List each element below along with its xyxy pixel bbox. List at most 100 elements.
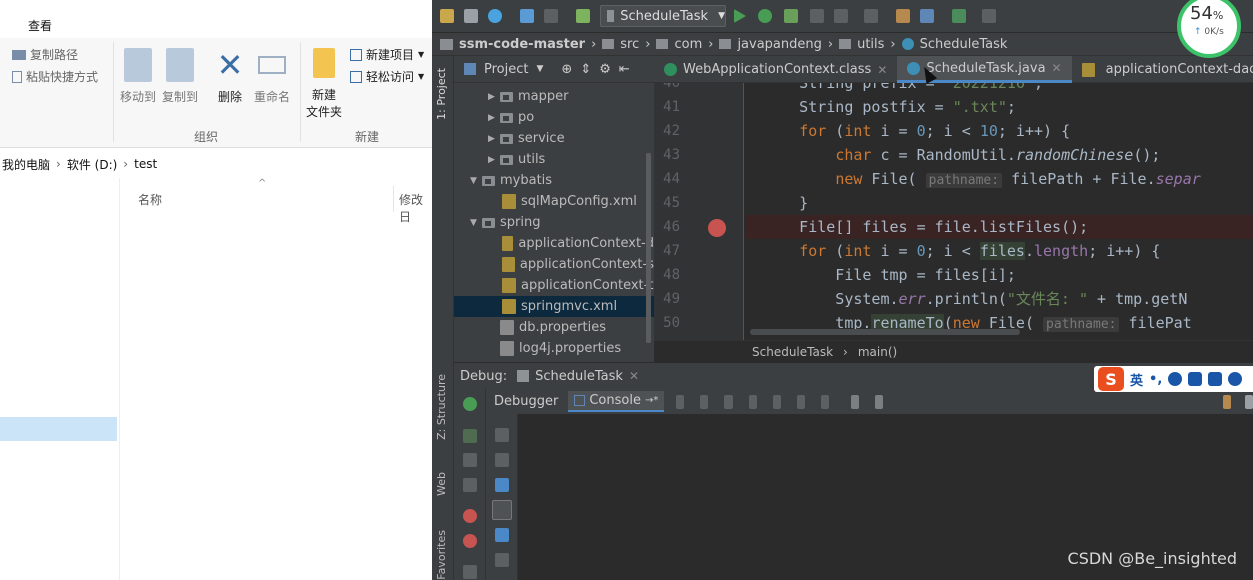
run-icon[interactable] <box>734 9 746 23</box>
tree-item[interactable]: ▼ spring <box>454 212 654 233</box>
scroll-to-end-icon[interactable] <box>492 500 512 520</box>
run-configuration-select[interactable]: ScheduleTask ▼ <box>600 5 726 27</box>
breadcrumb-item[interactable]: com <box>674 37 702 52</box>
gear-icon[interactable]: ⚙ <box>599 62 611 77</box>
debug-icon[interactable] <box>758 9 772 23</box>
camera-icon[interactable] <box>463 565 477 579</box>
address-segment[interactable]: 软件 (D:) <box>67 156 117 173</box>
settings-icon[interactable] <box>1222 394 1231 409</box>
close-icon[interactable]: ✕ <box>877 63 887 77</box>
microphone-icon[interactable] <box>1188 372 1203 386</box>
tree-item[interactable]: ▼ mybatis <box>454 170 654 191</box>
chevron-right-icon[interactable]: ▶ <box>488 92 500 102</box>
tool-window-favorites[interactable]: Favorites <box>435 530 448 580</box>
easy-access-button[interactable]: 轻松访问 ▼ <box>350 68 424 85</box>
back-arrow-icon[interactable] <box>520 9 534 23</box>
move-to-button[interactable]: 移动到 <box>120 48 156 105</box>
column-header-modified[interactable]: 修改日 <box>399 191 432 225</box>
chevron-right-icon[interactable]: ▶ <box>488 155 500 165</box>
new-folder-button[interactable]: 新建 文件夹 <box>306 48 342 120</box>
tree-item[interactable]: applicationContext-d <box>454 233 654 254</box>
resume-icon[interactable] <box>463 429 477 443</box>
chevron-right-icon[interactable]: ▶ <box>488 113 500 123</box>
breadcrumb-item[interactable]: src <box>620 37 639 52</box>
trace-icon[interactable] <box>874 394 883 409</box>
step-into-icon[interactable] <box>724 394 733 409</box>
tree-item[interactable]: ▶ service <box>454 128 654 149</box>
scroll-down-icon[interactable] <box>495 453 509 467</box>
step-over-icon[interactable] <box>700 394 709 409</box>
step-out-icon[interactable] <box>772 394 781 409</box>
code-editor[interactable]: 40 41 42 43 44 45 46 47 48 49 50 String … <box>654 83 1253 340</box>
editor-tab[interactable]: WebApplicationContext.class ✕ <box>654 56 897 83</box>
tree-item[interactable]: ▶ po <box>454 107 654 128</box>
run-to-cursor-icon[interactable] <box>820 394 829 409</box>
mute-breakpoints-icon[interactable] <box>463 534 477 548</box>
tool-window-structure[interactable]: Z: Structure <box>435 374 448 440</box>
console-tab[interactable]: Console →* <box>568 391 665 412</box>
ime-language-mode[interactable]: 英 <box>1130 370 1143 389</box>
delete-button[interactable]: ✕ 删除 <box>216 48 244 105</box>
structure-icon[interactable] <box>920 9 934 23</box>
tree-item[interactable]: applicationContext-s <box>454 254 654 275</box>
coverage-icon[interactable] <box>784 9 798 23</box>
punctuation-icon[interactable]: •, <box>1149 372 1162 387</box>
breadcrumb-item[interactable]: utils <box>857 37 884 52</box>
horizontal-scrollbar[interactable] <box>750 329 1020 335</box>
drop-frame-icon[interactable] <box>796 394 805 409</box>
tree-item[interactable]: db.properties <box>454 317 654 338</box>
address-segment[interactable]: 我的电脑 <box>2 156 50 173</box>
tool-window-project[interactable]: 1: Project <box>435 68 448 120</box>
column-header-name[interactable]: 名称 <box>138 191 162 208</box>
breadcrumb-item[interactable]: ScheduleTask <box>920 37 1008 52</box>
save-icon[interactable] <box>464 9 478 23</box>
pause-icon[interactable] <box>463 453 477 467</box>
download-icon[interactable] <box>982 9 996 23</box>
ime-toolbar[interactable]: S 英 •, <box>1094 366 1253 392</box>
chevron-down-icon[interactable]: ▼ <box>470 218 482 228</box>
hide-icon[interactable]: ⇤ <box>619 62 630 77</box>
show-frame-icon[interactable] <box>676 394 685 409</box>
editor-breadcrumb-item[interactable]: main() <box>858 345 897 359</box>
tree-item[interactable]: log4j.properties <box>454 338 654 359</box>
tree-item[interactable]: sqlMapConfig.xml <box>454 191 654 212</box>
stop-icon[interactable] <box>463 478 477 492</box>
breakpoint-icon[interactable] <box>708 219 726 237</box>
collapse-icon[interactable]: ⇕ <box>580 62 591 77</box>
address-segment[interactable]: test <box>134 157 157 171</box>
emoji-icon[interactable] <box>1168 372 1183 386</box>
rerun-debug-icon[interactable] <box>463 397 477 411</box>
view-breakpoints-icon[interactable] <box>463 509 477 523</box>
force-step-into-icon[interactable] <box>748 394 757 409</box>
tree-scrollbar[interactable] <box>646 153 651 343</box>
copy-to-button[interactable]: 复制到 <box>162 48 198 105</box>
new-item-button[interactable]: 新建项目 ▼ <box>350 46 424 63</box>
rename-button[interactable]: 重命名 <box>254 48 290 105</box>
clear-all-icon[interactable] <box>495 553 509 567</box>
tree-item[interactable]: ▶ mapper <box>454 86 654 107</box>
editor-tab[interactable]: applicationContext-dao.xml ✕ <box>1072 56 1253 83</box>
evaluate-icon[interactable] <box>850 394 859 409</box>
nav-selected-item[interactable] <box>0 417 117 441</box>
vcs-icon[interactable] <box>952 9 966 23</box>
chevron-down-icon[interactable]: ▼ <box>536 64 543 74</box>
tree-item[interactable]: ▶ utils <box>454 149 654 170</box>
keyboard-icon[interactable] <box>1208 372 1223 386</box>
soft-wrap-icon[interactable] <box>495 478 509 492</box>
chevron-down-icon[interactable]: ▼ <box>470 176 482 186</box>
profile-icon[interactable] <box>810 9 824 23</box>
breadcrumb-item[interactable]: javapandeng <box>737 37 821 52</box>
network-gauge-widget[interactable]: 54% ↑ 0K/s <box>1174 0 1250 58</box>
paste-shortcut-button[interactable]: 粘贴快捷方式 <box>12 68 98 85</box>
tool-window-web[interactable]: Web <box>435 472 448 496</box>
attach-icon[interactable] <box>864 9 878 23</box>
print-icon[interactable] <box>495 528 509 542</box>
debugger-tab[interactable]: Debugger <box>490 394 562 409</box>
debug-session-tab[interactable]: ScheduleTask ✕ <box>517 369 639 384</box>
open-folder-icon[interactable] <box>440 9 454 23</box>
address-bar[interactable]: 我的电脑 › 软件 (D:) › test <box>0 152 432 176</box>
user-icon[interactable] <box>1228 372 1243 386</box>
scroll-up-icon[interactable] <box>495 428 509 442</box>
stop-icon[interactable] <box>834 9 848 23</box>
wrench-icon[interactable] <box>896 9 910 23</box>
